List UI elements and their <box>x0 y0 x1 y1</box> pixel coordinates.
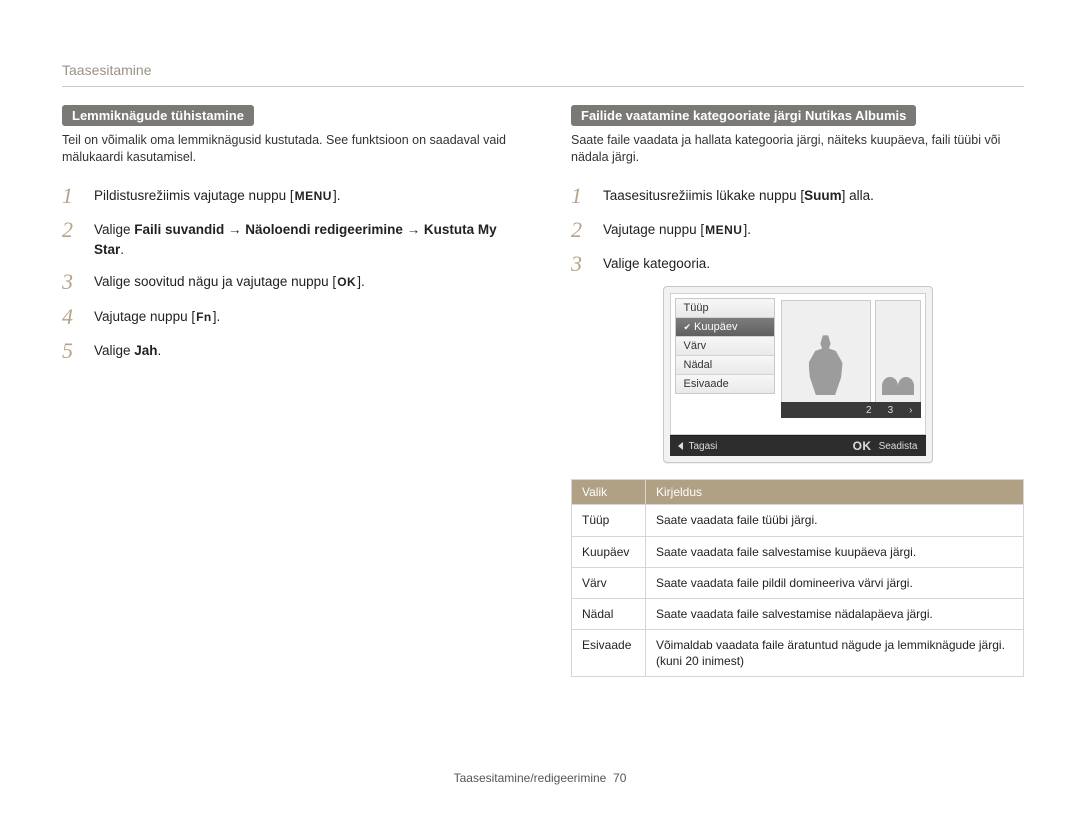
step-number: 4 <box>62 305 80 329</box>
table-cell: Nädal <box>572 598 646 629</box>
section-heading-right: Failide vaatamine kategooriate järgi Nut… <box>571 105 916 126</box>
page-footer: Taasesitamine/redigeerimine 70 <box>0 771 1080 785</box>
lcd-thumb-small <box>875 300 921 404</box>
step-number: 3 <box>62 270 80 294</box>
strip-num: 2 <box>866 405 872 416</box>
step-number: 2 <box>571 218 589 242</box>
lcd-menu-item: Tüüp <box>676 299 774 318</box>
lcd-thumb-large <box>781 300 871 404</box>
step-number: 1 <box>62 184 80 208</box>
step-text: ]. <box>357 274 365 289</box>
table-cell: Saate vaadata faile salvestamise kuupäev… <box>646 536 1024 567</box>
lcd-menu-item: Värv <box>676 337 774 356</box>
step-text: Taasesitusrežiimis lükake nuppu [Suum] a… <box>603 184 1024 206</box>
left-step-3: 3 Valige soovitud nägu ja vajutage nuppu… <box>62 270 515 294</box>
right-step-1: 1 Taasesitusrežiimis lükake nuppu [Suum]… <box>571 184 1024 208</box>
table-row: Kuupäev Saate vaadata faile salvestamise… <box>572 536 1024 567</box>
left-step-2: 2 Valige Faili suvandid → Näoloendi redi… <box>62 218 515 261</box>
options-table: Valik Kirjeldus Tüüp Saate vaadata faile… <box>571 479 1024 677</box>
lcd-illustration: Tüüp Kuupäev Värv Nädal Esivaade 2 3 › <box>663 286 933 463</box>
step-text: Valige Jah. <box>94 339 515 361</box>
table-cell: Tüüp <box>572 505 646 536</box>
table-row: Tüüp Saate vaadata faile tüübi järgi. <box>572 505 1024 536</box>
footer-page-number: 70 <box>613 771 626 785</box>
lcd-thumbnail-strip <box>781 300 921 404</box>
right-column: Failide vaatamine kategooriate järgi Nut… <box>571 105 1024 677</box>
left-step-1: 1 Pildistusrežiimis vajutage nuppu [MENU… <box>62 184 515 208</box>
menu-button-label: MENU <box>294 189 333 203</box>
table-cell: Esivaade <box>572 630 646 677</box>
table-header: Kirjeldus <box>646 480 1024 505</box>
lcd-footer-set: Seadista <box>879 441 918 452</box>
table-cell: Kuupäev <box>572 536 646 567</box>
back-arrow-icon <box>678 442 683 450</box>
step-text: Valige soovitud nägu ja vajutage nuppu [ <box>94 274 336 289</box>
lcd-footer: Tagasi OK Seadista <box>670 435 926 456</box>
step-text: Valige kategooria. <box>603 252 1024 274</box>
table-header: Valik <box>572 480 646 505</box>
left-step-4: 4 Vajutage nuppu [Fn]. <box>62 305 515 329</box>
lcd-strip-numbers: 2 3 › <box>781 402 921 418</box>
step-text: Vajutage nuppu [ <box>94 309 195 324</box>
lcd-menu-item: Nädal <box>676 356 774 375</box>
ok-label: OK <box>852 439 873 453</box>
step-text: Valige Faili suvandid → Näoloendi redige… <box>94 218 515 261</box>
table-row: Esivaade Võimaldab vaadata faile äratunt… <box>572 630 1024 677</box>
right-step-3: 3 Valige kategooria. <box>571 252 1024 276</box>
step-number: 5 <box>62 339 80 363</box>
step-text: Pildistusrežiimis vajutage nuppu [ <box>94 188 294 203</box>
menu-button-label: MENU <box>704 223 743 237</box>
right-step-2: 2 Vajutage nuppu [MENU]. <box>571 218 1024 242</box>
step-text: ]. <box>743 222 751 237</box>
people-icon <box>882 371 914 395</box>
lcd-menu-item-selected: Kuupäev <box>676 318 774 337</box>
step-text: Vajutage nuppu [ <box>603 222 704 237</box>
table-cell: Saate vaadata faile pildil domineeriva v… <box>646 567 1024 598</box>
right-intro: Saate faile vaadata ja hallata kategoori… <box>571 132 1024 166</box>
step-text: ]. <box>213 309 221 324</box>
table-row: Värv Saate vaadata faile pildil domineer… <box>572 567 1024 598</box>
step-text: ]. <box>333 188 341 203</box>
ok-button-label: OK <box>336 275 357 289</box>
footer-section: Taasesitamine/redigeerimine <box>454 771 607 785</box>
lcd-menu-item: Esivaade <box>676 375 774 393</box>
strip-chevron-icon: › <box>909 405 912 416</box>
left-column: Lemmiknägude tühistamine Teil on võimali… <box>62 105 515 677</box>
table-row: Nädal Saate vaadata faile salvestamise n… <box>572 598 1024 629</box>
table-cell: Saate vaadata faile tüübi järgi. <box>646 505 1024 536</box>
step-number: 1 <box>571 184 589 208</box>
divider <box>62 86 1024 87</box>
table-cell: Võimaldab vaadata faile äratuntud nägude… <box>646 630 1024 677</box>
lcd-menu: Tüüp Kuupäev Värv Nädal Esivaade <box>675 298 775 394</box>
table-cell: Saate vaadata faile salvestamise nädalap… <box>646 598 1024 629</box>
person-icon <box>809 335 843 395</box>
page-title: Taasesitamine <box>62 62 1024 78</box>
table-cell: Värv <box>572 567 646 598</box>
left-intro: Teil on võimalik oma lemmiknägusid kustu… <box>62 132 515 166</box>
step-number: 3 <box>571 252 589 276</box>
step-number: 2 <box>62 218 80 242</box>
strip-num: 3 <box>888 405 894 416</box>
left-step-5: 5 Valige Jah. <box>62 339 515 363</box>
fn-button-label: Fn <box>195 310 213 324</box>
section-heading-left: Lemmiknägude tühistamine <box>62 105 254 126</box>
lcd-footer-back: Tagasi <box>689 441 718 452</box>
